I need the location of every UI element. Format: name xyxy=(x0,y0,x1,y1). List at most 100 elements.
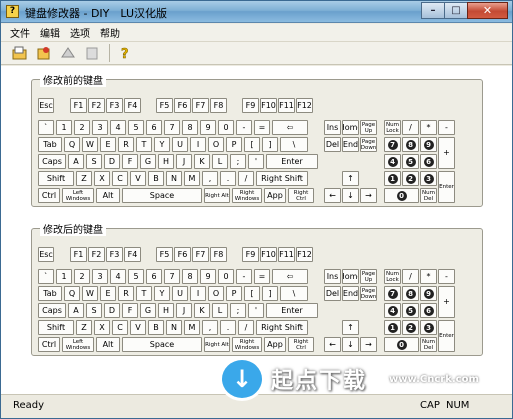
key-shift[interactable]: Shift xyxy=(38,171,74,186)
key-[interactable]: ↓ xyxy=(342,337,359,352)
key-9[interactable]: 9 xyxy=(420,286,437,301)
key-alt[interactable]: Alt xyxy=(96,188,120,203)
key-f10[interactable]: F10 xyxy=(260,247,277,262)
key-esc[interactable]: Esc xyxy=(38,247,54,262)
key-ins[interactable]: Ins xyxy=(324,120,341,135)
key-c[interactable]: C xyxy=(112,171,128,186)
key-f12[interactable]: F12 xyxy=(296,98,313,113)
key-[interactable]: . xyxy=(220,320,236,335)
key-w[interactable]: W xyxy=(82,137,98,152)
key-f1[interactable]: F1 xyxy=(70,247,87,262)
key-app[interactable]: App xyxy=(264,188,286,203)
apply-icon[interactable] xyxy=(57,43,79,63)
key-f2[interactable]: F2 xyxy=(88,98,105,113)
key-[interactable]: = xyxy=(254,120,270,135)
key-[interactable]: ↑ xyxy=(342,171,359,186)
key-space[interactable]: Space xyxy=(122,337,202,352)
key-[interactable]: / xyxy=(238,320,254,335)
maximize-button[interactable]: □ xyxy=(444,2,468,19)
key-right-shift[interactable]: Right Shift xyxy=(256,171,308,186)
key-[interactable]: [ xyxy=(244,137,260,152)
key-page-down[interactable]: Page Down xyxy=(360,286,377,301)
key-8[interactable]: 8 xyxy=(182,269,198,284)
key-ctrl[interactable]: Ctrl xyxy=(38,337,60,352)
key-e[interactable]: E xyxy=(100,286,116,301)
key-f5[interactable]: F5 xyxy=(156,98,173,113)
key-esc[interactable]: Esc xyxy=(38,98,54,113)
key-[interactable]: ' xyxy=(248,303,264,318)
key-l[interactable]: L xyxy=(212,303,228,318)
key-num-del[interactable]: Num Del xyxy=(420,188,437,203)
key-f9[interactable]: F9 xyxy=(242,247,259,262)
key-[interactable]: - xyxy=(438,269,455,284)
key-d[interactable]: D xyxy=(104,303,120,318)
key-3[interactable]: 3 xyxy=(92,269,108,284)
key-space[interactable]: Space xyxy=(122,188,202,203)
key-f[interactable]: F xyxy=(122,303,138,318)
key-7[interactable]: 7 xyxy=(384,286,401,301)
key-[interactable]: ↑ xyxy=(342,320,359,335)
key-k[interactable]: K xyxy=(194,303,210,318)
key-[interactable]: ' xyxy=(248,154,264,169)
key-shift[interactable]: Shift xyxy=(38,320,74,335)
key-y[interactable]: Y xyxy=(154,286,170,301)
key-enter[interactable]: Enter xyxy=(438,171,455,203)
key-0[interactable]: 0 xyxy=(384,188,419,203)
key-5[interactable]: 5 xyxy=(402,154,419,169)
key-[interactable]: → xyxy=(360,337,377,352)
key-2[interactable]: 2 xyxy=(74,269,90,284)
key-[interactable]: - xyxy=(236,269,252,284)
key-[interactable]: ] xyxy=(262,286,278,301)
key-6[interactable]: 6 xyxy=(420,303,437,318)
key-left-windows[interactable]: Left Windows xyxy=(62,337,94,352)
key-[interactable]: ⇦ xyxy=(272,269,308,284)
key-[interactable]: / xyxy=(402,269,419,284)
key-[interactable]: , xyxy=(202,320,218,335)
help-icon[interactable]: ? xyxy=(114,43,136,63)
key-w[interactable]: W xyxy=(82,286,98,301)
key-5[interactable]: 5 xyxy=(128,269,144,284)
key-[interactable]: - xyxy=(438,120,455,135)
key-6[interactable]: 6 xyxy=(420,154,437,169)
key-m[interactable]: M xyxy=(184,320,200,335)
save-icon[interactable] xyxy=(33,43,55,63)
key-right-shift[interactable]: Right Shift xyxy=(256,320,308,335)
key-enter[interactable]: Enter xyxy=(438,320,455,352)
key-5[interactable]: 5 xyxy=(402,303,419,318)
key-f2[interactable]: F2 xyxy=(88,247,105,262)
key-[interactable]: * xyxy=(420,269,437,284)
key-l[interactable]: L xyxy=(212,154,228,169)
key-right-ctrl[interactable]: Right Ctrl xyxy=(288,337,314,352)
key-page-down[interactable]: Page Down xyxy=(360,137,377,152)
key-[interactable]: \ xyxy=(280,137,308,152)
key-del[interactable]: Del xyxy=(324,137,341,152)
key-q[interactable]: Q xyxy=(64,137,80,152)
key-2[interactable]: 2 xyxy=(74,120,90,135)
key-[interactable]: + xyxy=(438,137,455,169)
key-caps[interactable]: Caps xyxy=(38,303,66,318)
key-[interactable]: - xyxy=(236,120,252,135)
key-z[interactable]: Z xyxy=(76,320,92,335)
key-9[interactable]: 9 xyxy=(420,137,437,152)
key-end[interactable]: End xyxy=(342,286,359,301)
key-f3[interactable]: F3 xyxy=(106,247,123,262)
menu-options[interactable]: 选项 xyxy=(65,25,95,40)
key-9[interactable]: 9 xyxy=(200,269,216,284)
key-n[interactable]: N xyxy=(166,171,182,186)
menu-help[interactable]: 帮助 xyxy=(95,25,125,40)
key-u[interactable]: U xyxy=(172,137,188,152)
key-enter[interactable]: Enter xyxy=(266,303,318,318)
key-home[interactable]: Home xyxy=(342,120,359,135)
key-5[interactable]: 5 xyxy=(128,120,144,135)
key-4[interactable]: 4 xyxy=(110,269,126,284)
key-o[interactable]: O xyxy=(208,286,224,301)
key-right-windows[interactable]: Right Windows xyxy=(232,188,262,203)
key-f4[interactable]: F4 xyxy=(124,247,141,262)
key-4[interactable]: 4 xyxy=(110,120,126,135)
key-tab[interactable]: Tab xyxy=(38,286,62,301)
key-[interactable]: ; xyxy=(230,154,246,169)
key-g[interactable]: G xyxy=(140,154,156,169)
key-2[interactable]: 2 xyxy=(402,320,419,335)
key-x[interactable]: X xyxy=(94,171,110,186)
key-h[interactable]: H xyxy=(158,154,174,169)
